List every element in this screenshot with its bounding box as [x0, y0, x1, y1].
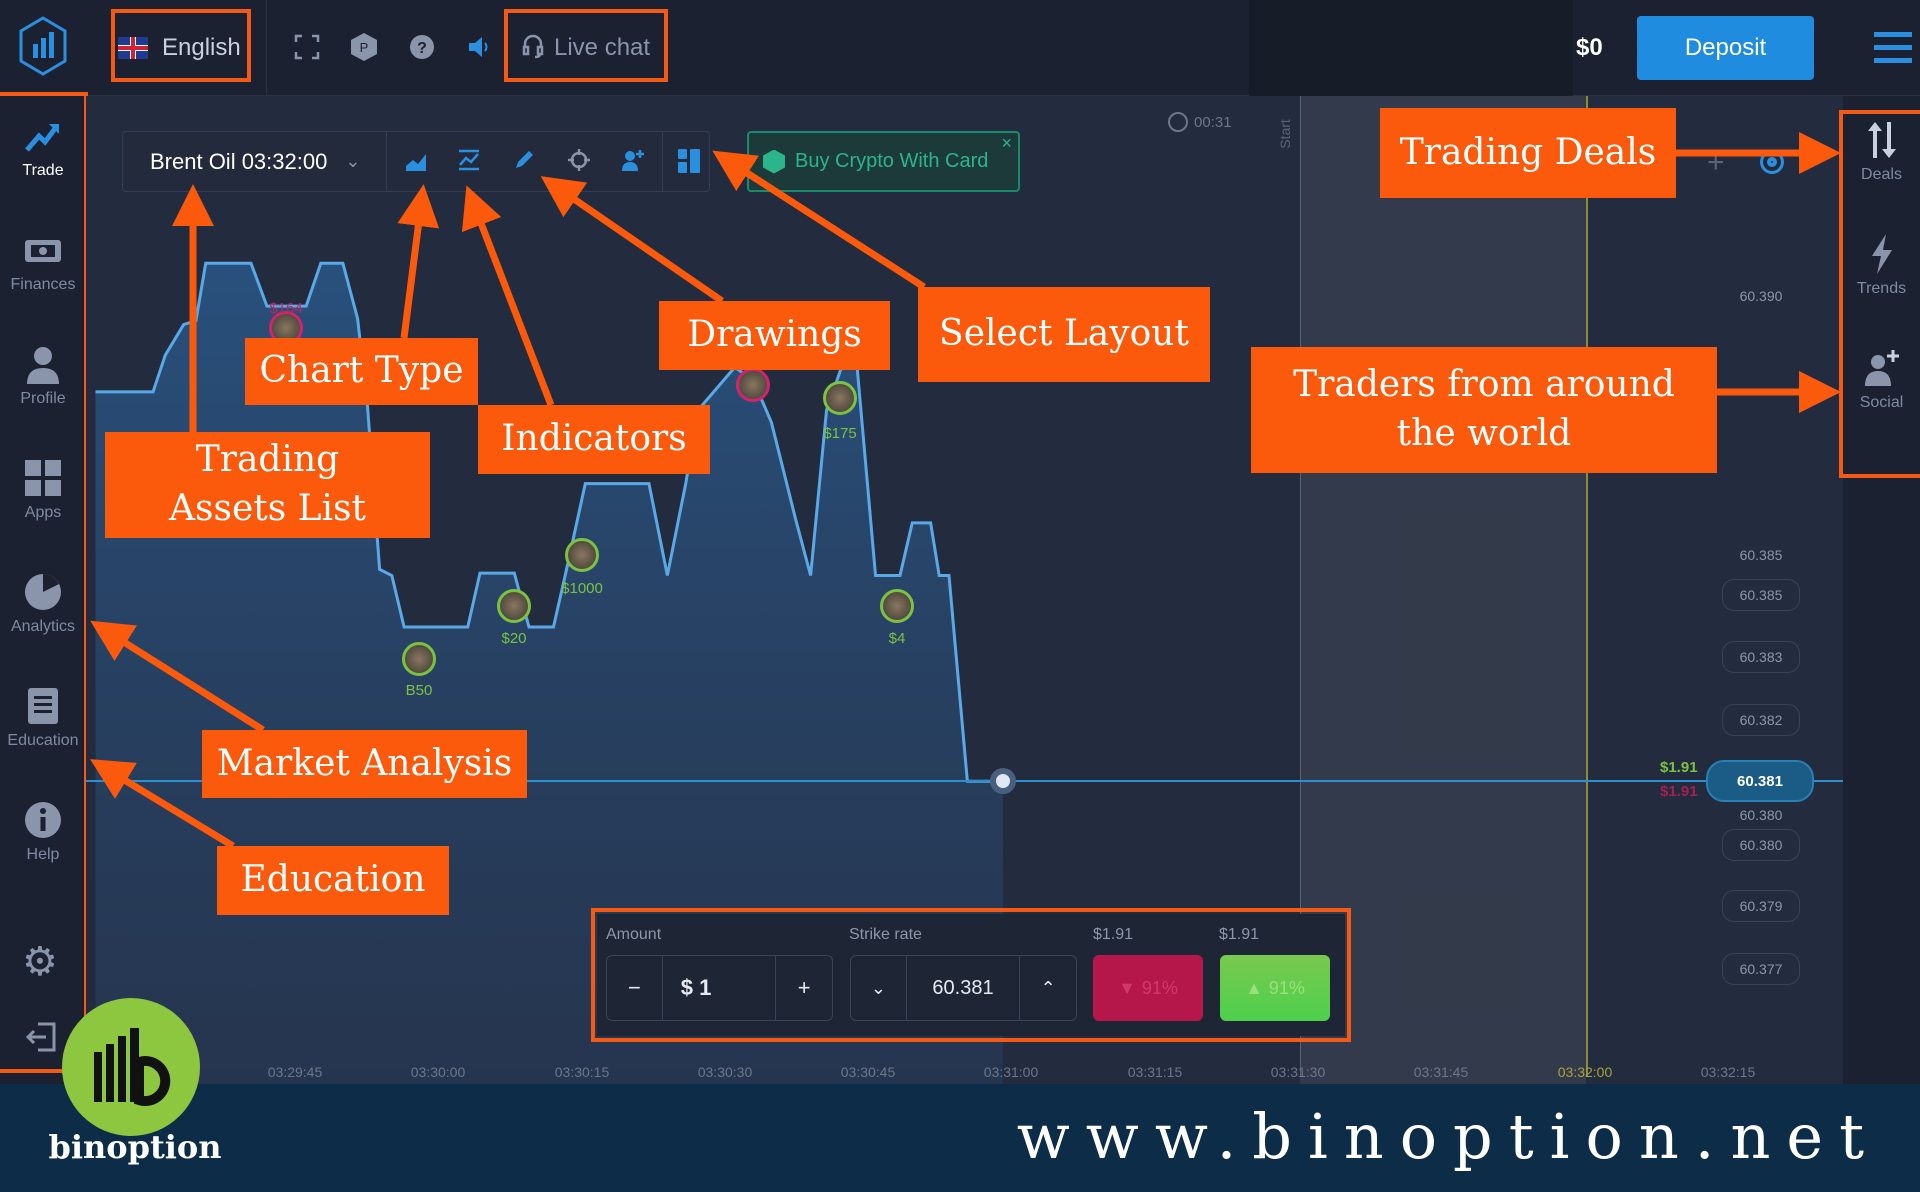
callout-assets-list: Trading Assets List: [105, 432, 430, 538]
callout-market-analysis: Market Analysis: [202, 730, 527, 798]
callout-indicators: Indicators: [478, 405, 710, 474]
arrow-analysis: [90, 620, 265, 733]
arrow-chart-type: [397, 184, 440, 339]
callout-trading-deals: Trading Deals: [1380, 108, 1676, 198]
callout-chart-type: Chart Type: [245, 338, 478, 405]
callout-select-layout: Select Layout: [918, 287, 1210, 382]
arrow-drawings: [540, 176, 724, 304]
arrow-layout: [712, 150, 926, 290]
callout-drawings: Drawings: [659, 301, 890, 370]
arrow-indicators: [461, 185, 555, 407]
callout-education: Education: [217, 846, 449, 915]
callout-traders: Traders from around the world: [1251, 347, 1717, 473]
